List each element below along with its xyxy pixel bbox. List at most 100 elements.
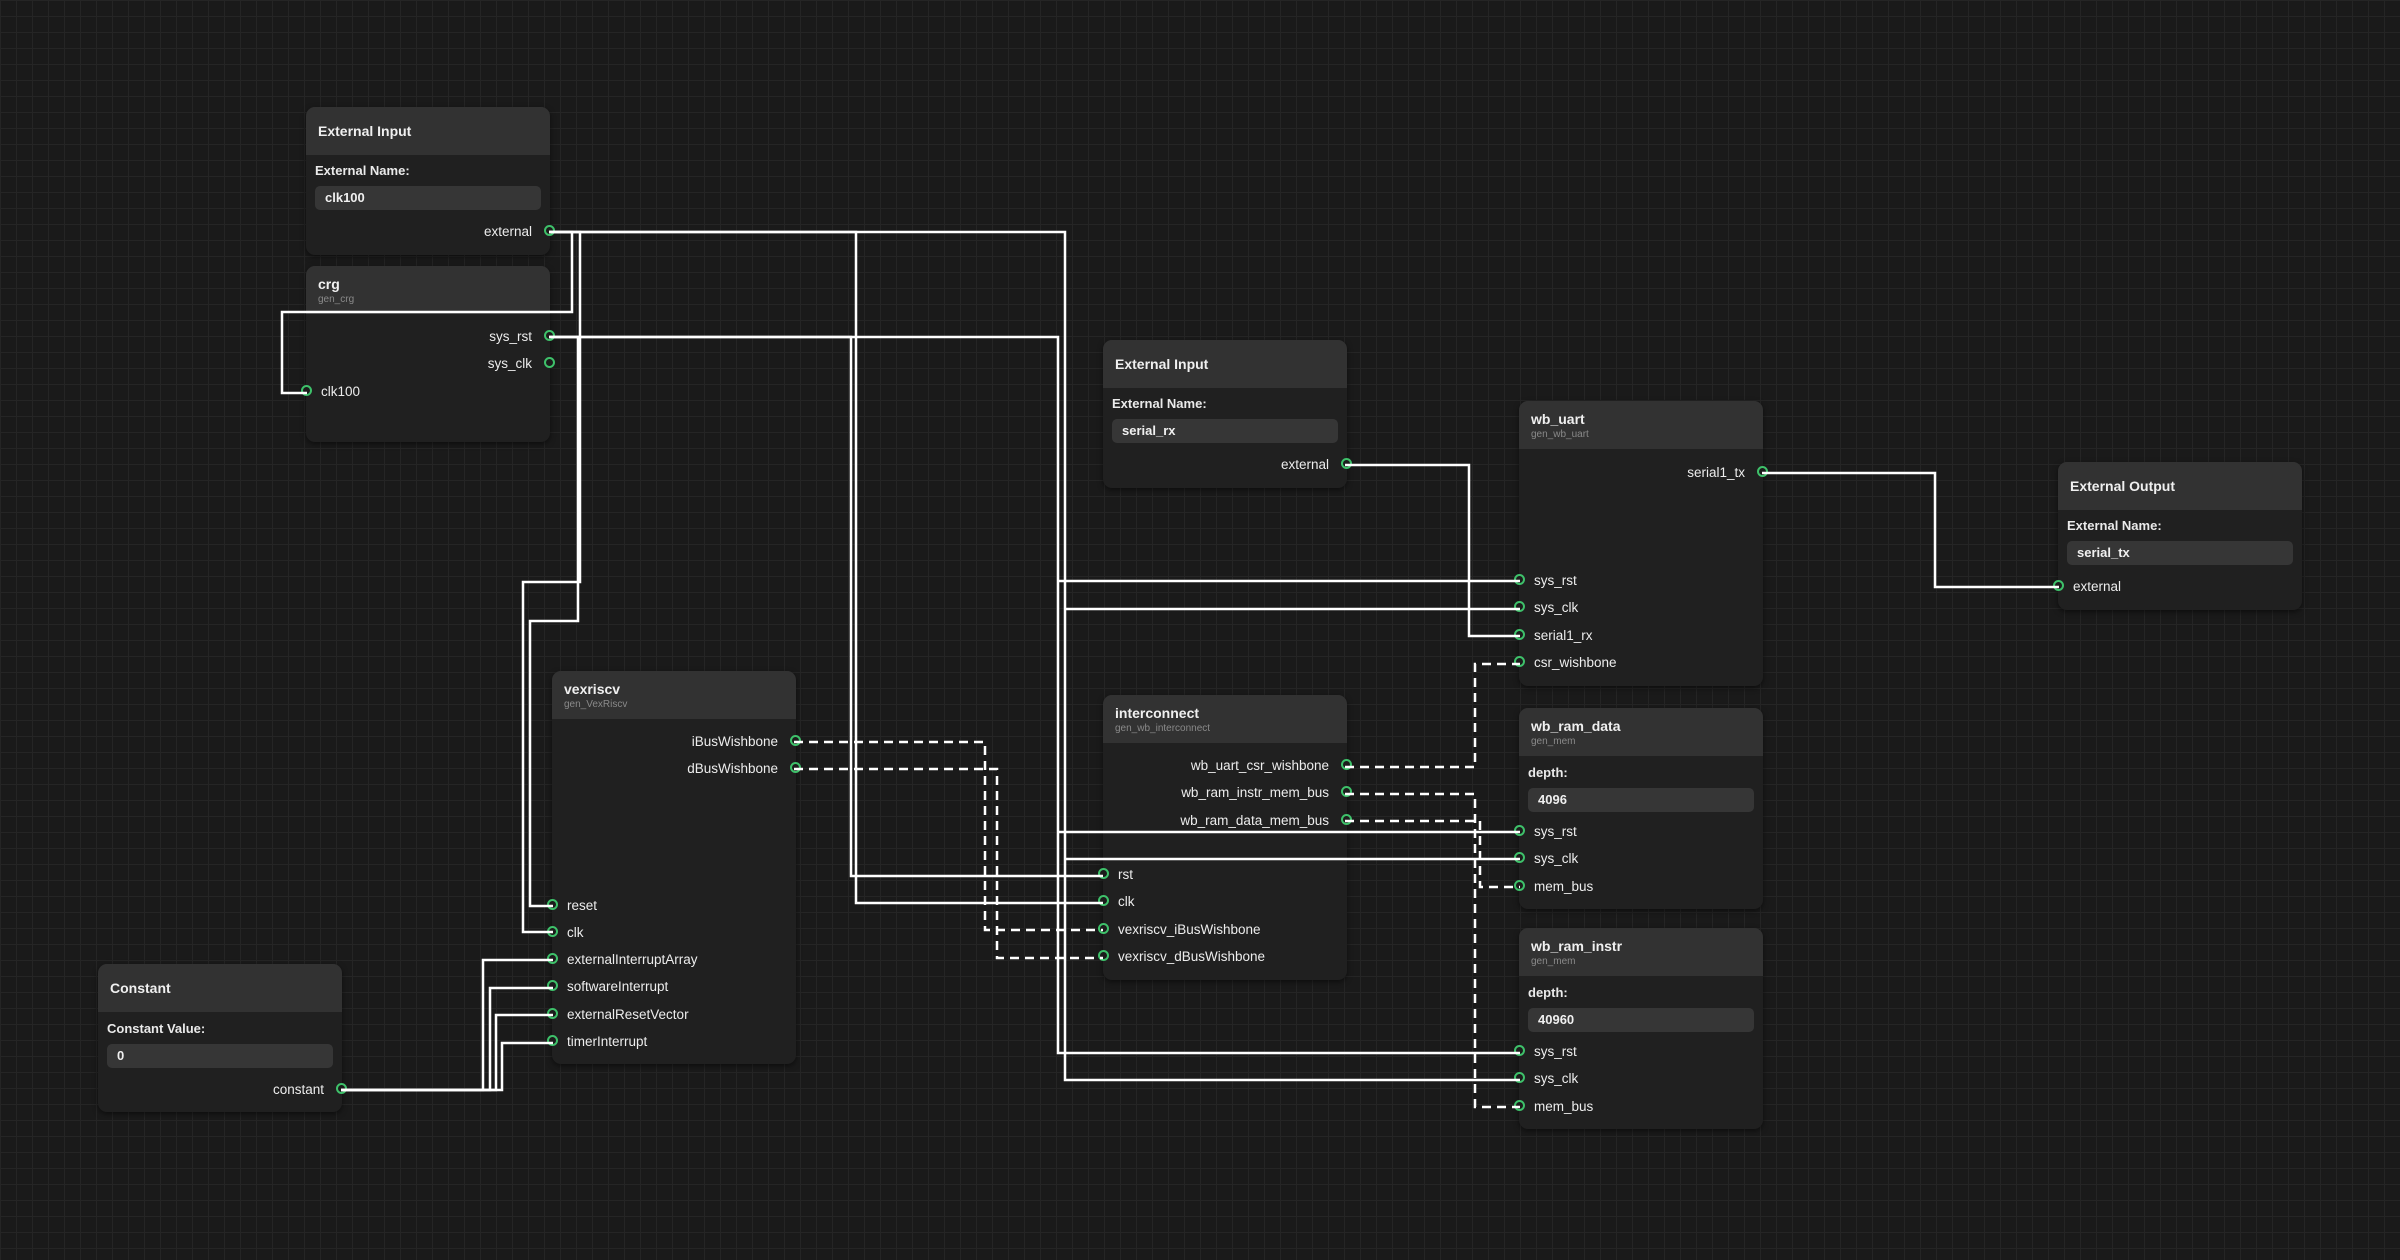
node-header[interactable]: wb_ram_instr gen_mem: [1519, 928, 1763, 976]
input-port-dot[interactable]: [547, 1035, 558, 1046]
node-header[interactable]: wb_uart gen_wb_uart: [1519, 401, 1763, 449]
node-subtitle: gen_mem: [1531, 955, 1576, 967]
depth-label: depth:: [1528, 765, 1568, 780]
node-title: crg: [318, 275, 340, 292]
node-header[interactable]: wb_ram_data gen_mem: [1519, 708, 1763, 756]
input-port-dot[interactable]: [1514, 880, 1525, 891]
port-external-in: external: [2073, 579, 2122, 594]
input-port-dot[interactable]: [1098, 895, 1109, 906]
port-ibuswishbone-out: iBusWishbone: [691, 734, 778, 749]
port-wb-uart-csr-wishbone-out: wb_uart_csr_wishbone: [1190, 758, 1329, 773]
port-sys-clk-out: sys_clk: [487, 356, 532, 371]
wb-ram-data-node[interactable]: wb_ram_data gen_mem depth: 4096 sys_rst …: [1514, 708, 1763, 909]
node-title: wb_ram_instr: [1531, 937, 1623, 954]
external-name-label: External Name:: [315, 163, 410, 178]
port-reset-in: reset: [567, 898, 598, 913]
input-port-dot[interactable]: [1098, 923, 1109, 934]
external-input-clk100-node[interactable]: External Input External Name: clk100 ext…: [306, 107, 555, 255]
input-port-dot[interactable]: [2053, 580, 2064, 591]
constant-value-input[interactable]: 0: [107, 1044, 333, 1068]
input-port-dot[interactable]: [1514, 852, 1525, 863]
wb-ram-instr-node[interactable]: wb_ram_instr gen_mem depth: 40960 sys_rs…: [1514, 928, 1763, 1129]
output-port-dot[interactable]: [1341, 759, 1352, 770]
port-dbuswishbone-out: dBusWishbone: [687, 761, 778, 776]
node-header[interactable]: Constant: [98, 964, 342, 1012]
wire-const-3: [341, 1013, 553, 1092]
input-port-dot[interactable]: [1098, 950, 1109, 961]
node-header[interactable]: External Input: [1103, 340, 1347, 388]
input-port-dot[interactable]: [547, 980, 558, 991]
node-title: External Input: [318, 123, 412, 139]
output-port-dot[interactable]: [544, 330, 555, 341]
input-port-dot[interactable]: [1098, 868, 1109, 879]
input-port-dot[interactable]: [547, 953, 558, 964]
port-sys-rst-out: sys_rst: [489, 329, 532, 344]
depth-input[interactable]: 4096: [1528, 788, 1754, 812]
input-port-dot[interactable]: [1514, 601, 1525, 612]
node-subtitle: gen_crg: [318, 293, 355, 305]
port-sys-clk-in: sys_clk: [1534, 851, 1579, 866]
output-port-dot[interactable]: [1341, 814, 1352, 825]
port-external-out: external: [483, 224, 532, 239]
node-header[interactable]: External Input: [306, 107, 550, 155]
external-output-serial-tx-node[interactable]: External Output External Name: serial_tx…: [2053, 462, 2302, 610]
port-constant-out: constant: [272, 1082, 324, 1097]
port-sys-rst-in: sys_rst: [1534, 1044, 1577, 1059]
port-csr-wishbone-in: csr_wishbone: [1534, 655, 1617, 670]
node-header[interactable]: crg gen_crg: [306, 266, 550, 314]
port-rst-in: rst: [1118, 867, 1133, 882]
node-header[interactable]: interconnect gen_wb_interconnect: [1103, 695, 1347, 743]
input-port-dot[interactable]: [547, 1008, 558, 1019]
wire-csr-wishbone: [1345, 662, 1520, 769]
port-serial1-tx-out: serial1_tx: [1687, 465, 1745, 480]
port-timer-interrupt-in: timerInterrupt: [567, 1034, 648, 1049]
input-port-dot[interactable]: [1514, 629, 1525, 640]
input-port-dot[interactable]: [1514, 825, 1525, 836]
crg-node[interactable]: crg gen_crg sys_rst sys_clk clk100: [301, 266, 555, 442]
node-subtitle: gen_VexRiscv: [564, 698, 628, 710]
node-title: Constant: [110, 980, 171, 996]
external-name-label: External Name:: [1112, 396, 1207, 411]
input-port-dot[interactable]: [1514, 574, 1525, 585]
port-sys-rst-in: sys_rst: [1534, 824, 1577, 839]
wire-dbus: [794, 767, 1103, 960]
depth-input[interactable]: 40960: [1528, 1008, 1754, 1032]
output-port-dot[interactable]: [1757, 466, 1768, 477]
input-port-dot[interactable]: [1514, 1100, 1525, 1111]
input-port-dot[interactable]: [301, 385, 312, 396]
output-port-dot[interactable]: [544, 357, 555, 368]
external-name-input[interactable]: clk100: [315, 186, 541, 210]
external-input-serial-rx-node[interactable]: External Input External Name: serial_rx …: [1103, 340, 1352, 488]
output-port-dot[interactable]: [1341, 786, 1352, 797]
external-name-label: External Name:: [2067, 518, 2162, 533]
wire-data-mem-bus: [1345, 819, 1520, 889]
external-name-input[interactable]: serial_tx: [2067, 541, 2293, 565]
vexriscv-node[interactable]: vexriscv gen_VexRiscv iBusWishbone dBusW…: [547, 671, 801, 1064]
external-name-input[interactable]: serial_rx: [1112, 419, 1338, 443]
input-port-dot[interactable]: [1514, 1045, 1525, 1056]
input-port-dot[interactable]: [1514, 656, 1525, 667]
output-port-dot[interactable]: [544, 225, 555, 236]
output-port-dot[interactable]: [336, 1083, 347, 1094]
node-subtitle: gen_wb_interconnect: [1115, 722, 1211, 734]
port-sys-clk-in: sys_clk: [1534, 600, 1579, 615]
node-subtitle: gen_wb_uart: [1531, 428, 1589, 440]
wire-serial-rx: [1345, 463, 1520, 638]
interconnect-node[interactable]: interconnect gen_wb_interconnect wb_uart…: [1098, 695, 1352, 980]
depth-label: depth:: [1528, 985, 1568, 1000]
wire-ibus: [794, 740, 1103, 932]
wire-const-1: [341, 958, 553, 1092]
input-port-dot[interactable]: [1514, 1072, 1525, 1083]
port-external-reset-vector-in: externalResetVector: [567, 1007, 689, 1022]
node-header[interactable]: External Output: [2058, 462, 2302, 510]
input-port-dot[interactable]: [547, 899, 558, 910]
input-port-dot[interactable]: [547, 926, 558, 937]
node-subtitle: gen_mem: [1531, 735, 1576, 747]
wb-uart-node[interactable]: wb_uart gen_wb_uart serial1_tx sys_rst s…: [1514, 401, 1768, 686]
output-port-dot[interactable]: [790, 735, 801, 746]
output-port-dot[interactable]: [790, 762, 801, 773]
output-port-dot[interactable]: [1341, 458, 1352, 469]
constant-node[interactable]: Constant Constant Value: 0 constant: [98, 964, 347, 1112]
wire-const-4: [341, 1041, 553, 1092]
node-header[interactable]: vexriscv gen_VexRiscv: [552, 671, 796, 719]
